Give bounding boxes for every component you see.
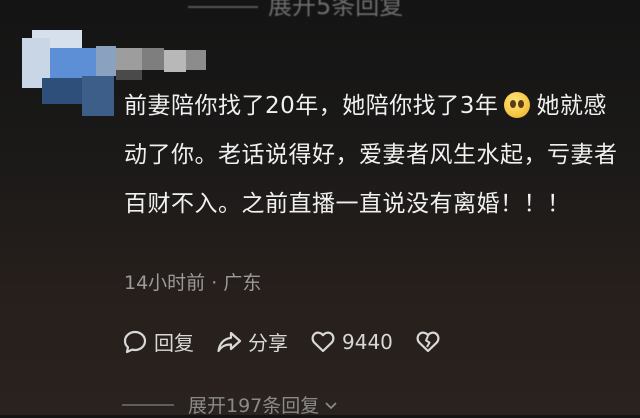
chevron-down-icon (325, 401, 337, 409)
divider-line (122, 403, 174, 406)
share-arrow-icon (217, 331, 242, 352)
collapsed-replies-text-top: 展开5条回复 (268, 0, 404, 20)
mosaic-block (164, 50, 186, 72)
comment-meta: 14小时前 · 广东 (124, 268, 261, 295)
mosaic-block (116, 48, 142, 70)
comment-location: 广东 (223, 272, 262, 294)
comment-text: 前妻陪你找了20年，她陪你找了3年 她就感动了你。老话说得好，爱妻者风生水起，亏妻… (124, 82, 624, 229)
mosaic-block (116, 70, 142, 80)
reply-label: 回复 (154, 331, 194, 355)
speech-bubble-icon (123, 330, 147, 353)
pleading-face-icon (504, 92, 531, 118)
reply-button[interactable]: 回复 (122, 327, 194, 356)
heart-icon (311, 331, 335, 352)
like-count: 9440 (342, 329, 393, 354)
mosaic-block (82, 76, 114, 116)
mosaic-block (50, 48, 96, 78)
mosaic-block (186, 50, 206, 70)
comment-text-part1: 前妻陪你找了20年，她陪你找了3年 (124, 93, 499, 119)
share-label: 分享 (248, 331, 288, 355)
share-button[interactable]: 分享 (216, 327, 288, 356)
mosaic-block (142, 48, 164, 70)
collapsed-replies-hint-top[interactable]: 展开5条回复 (188, 0, 403, 21)
mosaic-block (96, 46, 116, 76)
like-button[interactable]: 9440 (310, 329, 393, 355)
dislike-button[interactable] (415, 329, 447, 355)
divider-line (188, 6, 258, 8)
mosaic-block (42, 78, 82, 104)
comment-body[interactable]: 前妻陪你找了20年，她陪你找了3年 她就感动了你。老话说得好，爱妻者风生水起，亏妻… (124, 82, 624, 229)
expand-replies-text: 展开197条回复 (188, 395, 320, 417)
expand-replies-button[interactable]: 展开197条回复 (122, 391, 339, 418)
meta-separator: · (211, 272, 218, 294)
comment-time: 14小时前 (124, 272, 206, 294)
comment-actions: 回复 分享 9440 (122, 327, 469, 356)
broken-heart-icon (416, 331, 440, 352)
